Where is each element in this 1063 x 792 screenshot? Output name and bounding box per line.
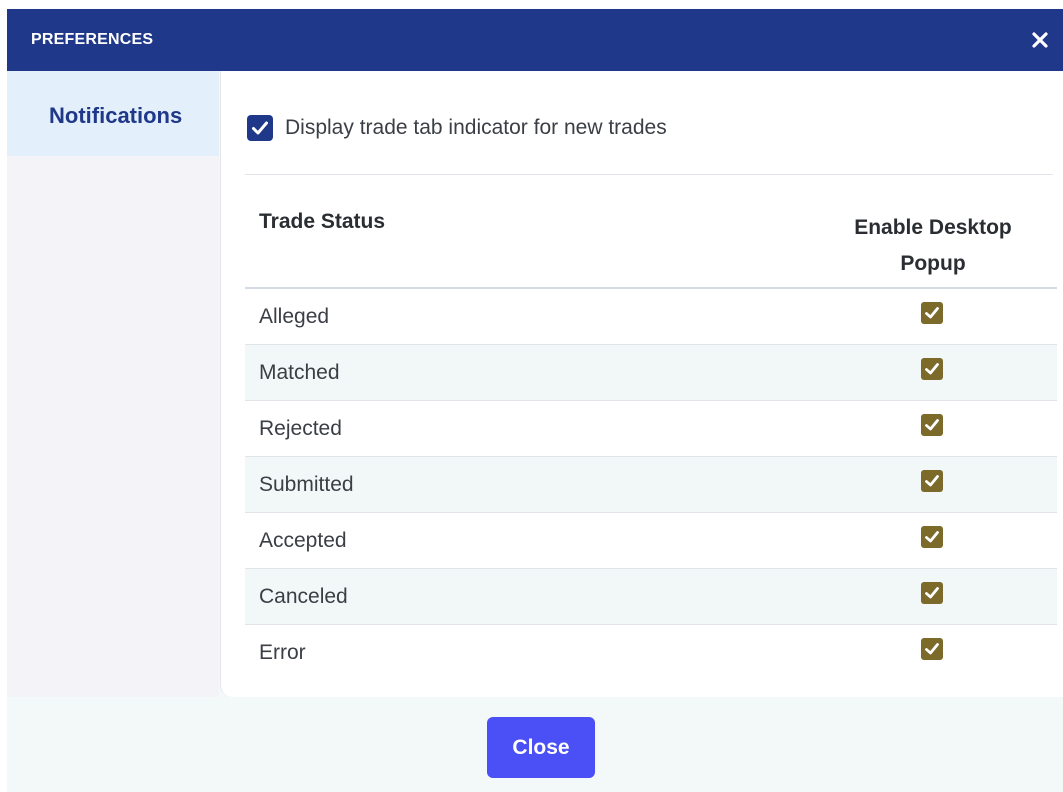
popup-checkbox[interactable] — [921, 638, 943, 660]
dialog-title: PREFERENCES — [31, 31, 154, 48]
column-header-enable-desktop-popup: Enable Desktop Popup — [854, 216, 1012, 275]
checkmark-icon — [252, 121, 268, 135]
trade-status-cell: Error — [259, 641, 306, 664]
table-header: Trade Status Enable Desktop Popup — [245, 191, 1057, 289]
notifications-panel: Display trade tab indicator for new trad… — [220, 71, 1063, 697]
sidebar-item-label: Notifications — [49, 103, 183, 128]
trade-status-cell: Accepted — [259, 529, 347, 552]
table-row: Canceled — [245, 569, 1057, 625]
divider — [245, 174, 1053, 175]
dialog-header: PREFERENCES — [7, 9, 1063, 71]
table-row: Matched — [245, 345, 1057, 401]
table-row: Accepted — [245, 513, 1057, 569]
popup-checkbox[interactable] — [921, 470, 943, 492]
preferences-dialog: PREFERENCES Notifications Display trade … — [7, 9, 1063, 792]
trade-status-cell: Submitted — [259, 473, 354, 496]
trade-status-cell: Matched — [259, 361, 340, 384]
table-row: Submitted — [245, 457, 1057, 513]
trade-status-cell: Rejected — [259, 417, 342, 440]
checkmark-icon — [925, 643, 939, 655]
checkmark-icon — [925, 363, 939, 375]
trade-status-cell: Alleged — [259, 305, 330, 328]
checkmark-icon — [925, 475, 939, 487]
checkmark-icon — [925, 531, 939, 543]
column-header-trade-status: Trade Status — [259, 210, 386, 233]
trade-status-cell: Canceled — [259, 585, 348, 608]
close-icon[interactable] — [1029, 29, 1051, 51]
table-row: Rejected — [245, 401, 1057, 457]
sidebar: Notifications — [7, 71, 219, 697]
popup-checkbox[interactable] — [921, 358, 943, 380]
close-button[interactable]: Close — [487, 717, 595, 778]
checkmark-icon — [925, 587, 939, 599]
popup-checkbox[interactable] — [921, 414, 943, 436]
sidebar-item-notifications[interactable]: Notifications — [7, 71, 219, 156]
popup-checkbox[interactable] — [921, 582, 943, 604]
table-row: Error — [245, 625, 1057, 680]
checkmark-icon — [925, 419, 939, 431]
tab-indicator-label: Display trade tab indicator for new trad… — [285, 116, 667, 139]
popup-checkbox[interactable] — [921, 302, 943, 324]
checkmark-icon — [925, 307, 939, 319]
tab-indicator-checkbox[interactable] — [247, 115, 273, 141]
table-row: Alleged — [245, 289, 1057, 345]
trade-status-table: Trade Status Enable Desktop Popup Allege… — [245, 191, 1057, 680]
popup-checkbox[interactable] — [921, 526, 943, 548]
tab-indicator-option[interactable]: Display trade tab indicator for new trad… — [247, 113, 667, 143]
